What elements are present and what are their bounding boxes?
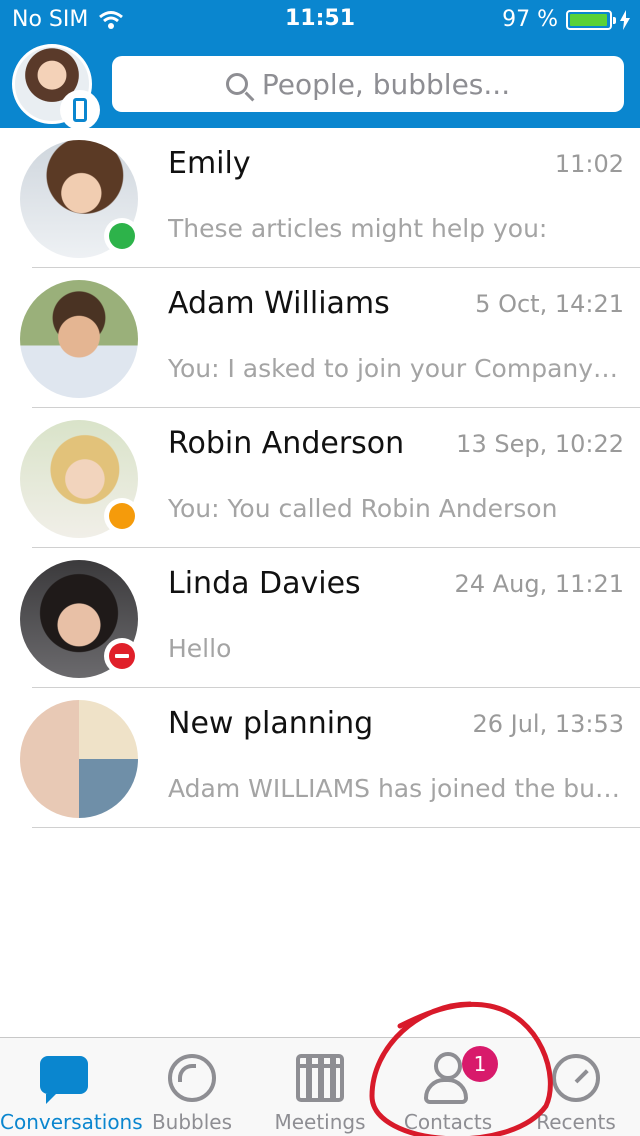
search-icon <box>225 73 248 95</box>
conversation-name: Emily <box>168 146 251 181</box>
battery-fill <box>570 13 607 26</box>
app-header: No SIM 11:51 97 % People, bubbles... <box>0 0 640 130</box>
conversation-row-adam-williams[interactable]: Adam Williams 5 Oct, 14:21 You: I asked … <box>0 268 640 408</box>
battery-percent: 97 % <box>502 7 558 32</box>
conversation-row-emily[interactable]: Emily 11:02 These articles might help yo… <box>0 128 640 268</box>
battery-icon <box>566 9 616 30</box>
bubble-group-avatar <box>20 700 138 818</box>
conversation-time: 26 Jul, 13:53 <box>472 710 624 738</box>
tab-label: Contacts <box>403 1110 493 1134</box>
row-divider <box>32 827 640 828</box>
contacts-icon <box>424 1052 468 1104</box>
tab-label: Conversations <box>0 1110 143 1134</box>
status-bar: No SIM 11:51 97 % <box>0 0 640 40</box>
conversation-preview: These articles might help you: <box>168 214 548 243</box>
conversation-name: Linda Davies <box>168 566 361 601</box>
clock-icon <box>552 1054 600 1102</box>
conversation-preview: Adam WILLIAMS has joined the bubble <box>168 774 623 803</box>
device-badge <box>60 90 100 130</box>
tab-label: Bubbles <box>151 1110 233 1134</box>
tab-recents[interactable]: Recents <box>512 1038 640 1136</box>
battery-status: 97 % <box>502 7 630 32</box>
chat-bubble-icon <box>40 1056 88 1104</box>
tab-label: Meetings <box>274 1110 366 1134</box>
tab-label: Recents <box>536 1110 616 1134</box>
conversation-preview: You: I asked to join your Company 🙂 <box>168 354 623 383</box>
search-field[interactable]: People, bubbles... <box>112 56 624 112</box>
conversation-row-linda-davies[interactable]: Linda Davies 24 Aug, 11:21 Hello <box>0 548 640 688</box>
bubbles-icon <box>168 1054 216 1102</box>
mobile-phone-icon <box>73 98 87 122</box>
conversation-preview: You: You called Robin Anderson <box>168 494 558 523</box>
search-placeholder: People, bubbles... <box>261 67 511 101</box>
presence-dnd-indicator <box>104 638 140 674</box>
tab-bubbles[interactable]: Bubbles <box>128 1038 256 1136</box>
contact-avatar <box>20 280 138 398</box>
calendar-icon <box>296 1054 344 1102</box>
conversation-list: Emily 11:02 These articles might help yo… <box>0 128 640 828</box>
charging-icon <box>620 9 630 30</box>
presence-away-indicator <box>104 498 140 534</box>
conversation-row-new-planning[interactable]: New planning 26 Jul, 13:53 Adam WILLIAMS… <box>0 688 640 828</box>
tab-conversations[interactable]: Conversations <box>0 1038 143 1136</box>
conversation-time: 13 Sep, 10:22 <box>456 430 624 458</box>
conversation-row-robin-anderson[interactable]: Robin Anderson 13 Sep, 10:22 You: You ca… <box>0 408 640 548</box>
conversation-time: 24 Aug, 11:21 <box>454 570 624 598</box>
conversation-time: 11:02 <box>554 150 624 178</box>
tab-meetings[interactable]: Meetings <box>256 1038 384 1136</box>
conversation-name: New planning <box>168 706 374 741</box>
tab-bar: Conversations Bubbles Meetings Contacts … <box>0 1037 640 1136</box>
presence-online-indicator <box>104 218 140 254</box>
contacts-notification-badge: 1 <box>462 1046 498 1082</box>
conversation-name: Adam Williams <box>168 286 390 321</box>
conversation-time: 5 Oct, 14:21 <box>475 290 624 318</box>
conversation-preview: Hello <box>168 634 232 663</box>
conversation-name: Robin Anderson <box>168 426 405 461</box>
